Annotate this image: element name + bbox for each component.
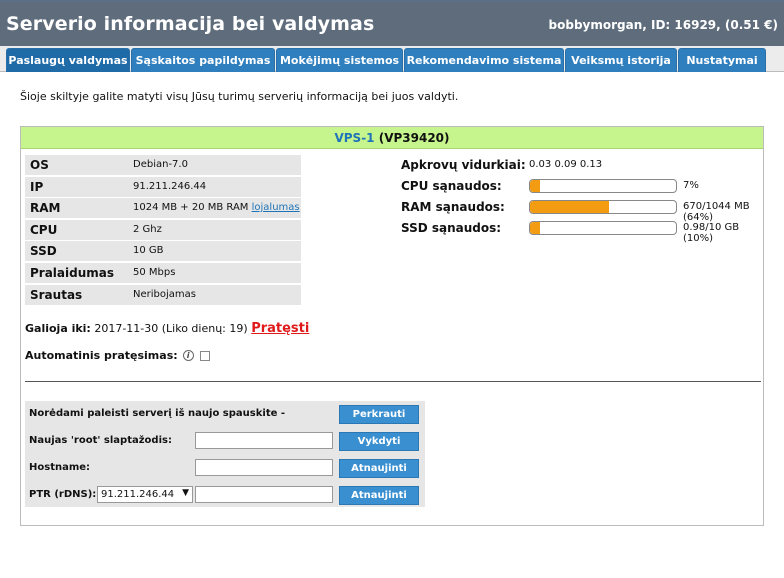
spec-row-ip: IP 91.211.246.44	[25, 176, 301, 197]
root-password-row: Naujas 'root' slaptažodis: Vykdyti	[25, 430, 425, 452]
expiry-line: Galioja iki: 2017-11-30 (Liko dienų: 19)…	[25, 321, 309, 336]
ssd-usage-fill	[530, 222, 541, 234]
tab-saskaitos-papildymas[interactable]: Sąskaitos papildymas	[131, 48, 275, 72]
vps-name[interactable]: VPS-1	[334, 131, 374, 145]
spec-value-text: 1024 MB + 20 MB RAM	[133, 202, 249, 214]
auto-renew-row: Automatinis pratęsimas: i	[25, 349, 210, 362]
info-icon[interactable]: i	[182, 350, 194, 361]
spec-key: Pralaidumas	[30, 265, 115, 280]
ram-usage-fill	[530, 201, 609, 213]
main-content: Šioje skiltyje galite matyti visų Jūsų t…	[0, 72, 784, 578]
hostname-input[interactable]	[195, 459, 333, 476]
ram-usage-bar	[529, 200, 677, 214]
expiry-label: Galioja iki:	[25, 322, 91, 335]
auto-renew-checkbox[interactable]	[199, 350, 210, 361]
loyalty-link[interactable]: lojalumas	[252, 202, 300, 213]
ram-usage-row: RAM sąnaudos: 670/1044 MB (64%)	[399, 197, 759, 223]
spec-value: 50 Mbps	[133, 266, 176, 278]
ram-usage-label: RAM sąnaudos:	[401, 200, 505, 214]
vps-panel-header: VPS-1 (VP39420)	[21, 127, 763, 149]
restart-button[interactable]: Perkrauti	[339, 405, 419, 424]
hostname-button[interactable]: Atnaujinti	[339, 459, 419, 478]
restart-row: Norėdami paleisti serverį iš naujo spaus…	[25, 403, 425, 425]
ptr-row: PTR (rDNS): 91.211.246.44 ▼ Atnaujinti	[25, 484, 425, 506]
renew-link[interactable]: Pratęsti	[251, 321, 309, 336]
tab-veiksmu-istorija[interactable]: Veiksmų istorija	[565, 48, 677, 72]
chevron-down-icon: ▼	[182, 488, 189, 498]
tab-bar: Paslaugų valdymas Sąskaitos papildymas M…	[0, 46, 784, 72]
spec-key: IP	[30, 179, 44, 194]
spec-value: Debian-7.0	[133, 159, 188, 170]
spec-value: 91.211.246.44	[133, 180, 207, 192]
load-average-label: Apkrovų vidurkiai:	[401, 158, 526, 172]
expiry-value: 2017-11-30 (Liko dienų: 19)	[94, 322, 248, 335]
tab-rekomendavimo-sistema[interactable]: Rekomendavimo sistema	[404, 48, 564, 72]
spec-value: 10 GB	[133, 245, 164, 257]
spec-row-os: OS Debian-7.0	[25, 155, 301, 175]
ptr-button[interactable]: Atnaujinti	[339, 486, 419, 505]
vps-code: (VP39420)	[378, 131, 450, 145]
load-average-value: 0.03 0.09 0.13	[529, 159, 603, 170]
spec-key: Srautas	[30, 287, 83, 302]
spec-row-bandwidth: Pralaidumas 50 Mbps	[25, 262, 301, 283]
user-info: bobbymorgan, ID: 16929, (0.51 €)	[548, 18, 778, 32]
spec-value: 1024 MB + 20 MB RAM lojalumas	[133, 202, 300, 213]
ssd-usage-row: SSD sąnaudos: 0.98/10 GB (10%)	[399, 218, 759, 244]
root-password-input[interactable]	[195, 432, 333, 449]
auto-renew-label: Automatinis pratęsimas:	[25, 349, 178, 362]
intro-text: Šioje skiltyje galite matyti visų Jūsų t…	[20, 90, 459, 103]
root-password-label: Naujas 'root' slaptažodis:	[29, 435, 172, 446]
ptr-ip-selected: 91.211.246.44	[101, 489, 175, 500]
restart-label: Norėdami paleisti serverį iš naujo spaus…	[29, 408, 286, 419]
ssd-usage-bar	[529, 221, 677, 235]
spec-key: CPU	[30, 222, 58, 237]
tab-mokejimu-sistemos[interactable]: Mokėjimų sistemos	[276, 48, 403, 72]
ssd-usage-label: SSD sąnaudos:	[401, 221, 502, 235]
spec-key: RAM	[30, 201, 61, 216]
spec-row-ssd: SSD 10 GB	[25, 241, 301, 262]
ptr-ip-select[interactable]: 91.211.246.44 ▼	[97, 486, 193, 503]
tab-nustatymai[interactable]: Nustatymai	[678, 48, 766, 72]
cpu-usage-bar	[529, 179, 677, 193]
usage-stats: Apkrovų vidurkiai: 0.03 0.09 0.13 CPU są…	[399, 155, 759, 244]
spec-value: Neribojamas	[133, 288, 196, 300]
vps-panel: VPS-1 (VP39420) OS Debian-7.0 IP 91.211.…	[20, 126, 764, 526]
cpu-usage-fill	[530, 180, 541, 192]
spec-key: OS	[30, 158, 49, 172]
ssd-usage-text: 0.98/10 GB (10%)	[683, 222, 740, 244]
spec-row-traffic: Srautas Neribojamas	[25, 284, 301, 305]
spec-key: SSD	[30, 244, 57, 259]
tab-paslaugu-valdymas[interactable]: Paslaugų valdymas	[6, 48, 130, 72]
app-header: Serverio informacija bei valdymas bobbym…	[0, 2, 784, 46]
spec-row-ram: RAM 1024 MB + 20 MB RAM lojalumas	[25, 198, 301, 219]
cpu-usage-text: 7%	[683, 180, 699, 191]
page-title: Serverio informacija bei valdymas	[6, 13, 375, 35]
ptr-label: PTR (rDNS):	[29, 489, 97, 500]
hostname-row: Hostname: Atnaujinti	[25, 457, 425, 479]
spec-table: OS Debian-7.0 IP 91.211.246.44 RAM 1024 …	[25, 155, 301, 306]
divider	[25, 381, 761, 382]
spec-row-cpu: CPU 2 Ghz	[25, 219, 301, 240]
load-average-row: Apkrovų vidurkiai: 0.03 0.09 0.13	[399, 155, 759, 176]
ptr-input[interactable]	[195, 486, 333, 503]
hostname-label: Hostname:	[29, 462, 91, 473]
cpu-usage-row: CPU sąnaudos: 7%	[399, 176, 759, 197]
root-password-button[interactable]: Vykdyti	[339, 432, 419, 451]
spec-value: 2 Ghz	[133, 223, 162, 235]
server-actions: Norėdami paleisti serverį iš naujo spaus…	[25, 401, 425, 507]
cpu-usage-label: CPU sąnaudos:	[401, 179, 502, 193]
